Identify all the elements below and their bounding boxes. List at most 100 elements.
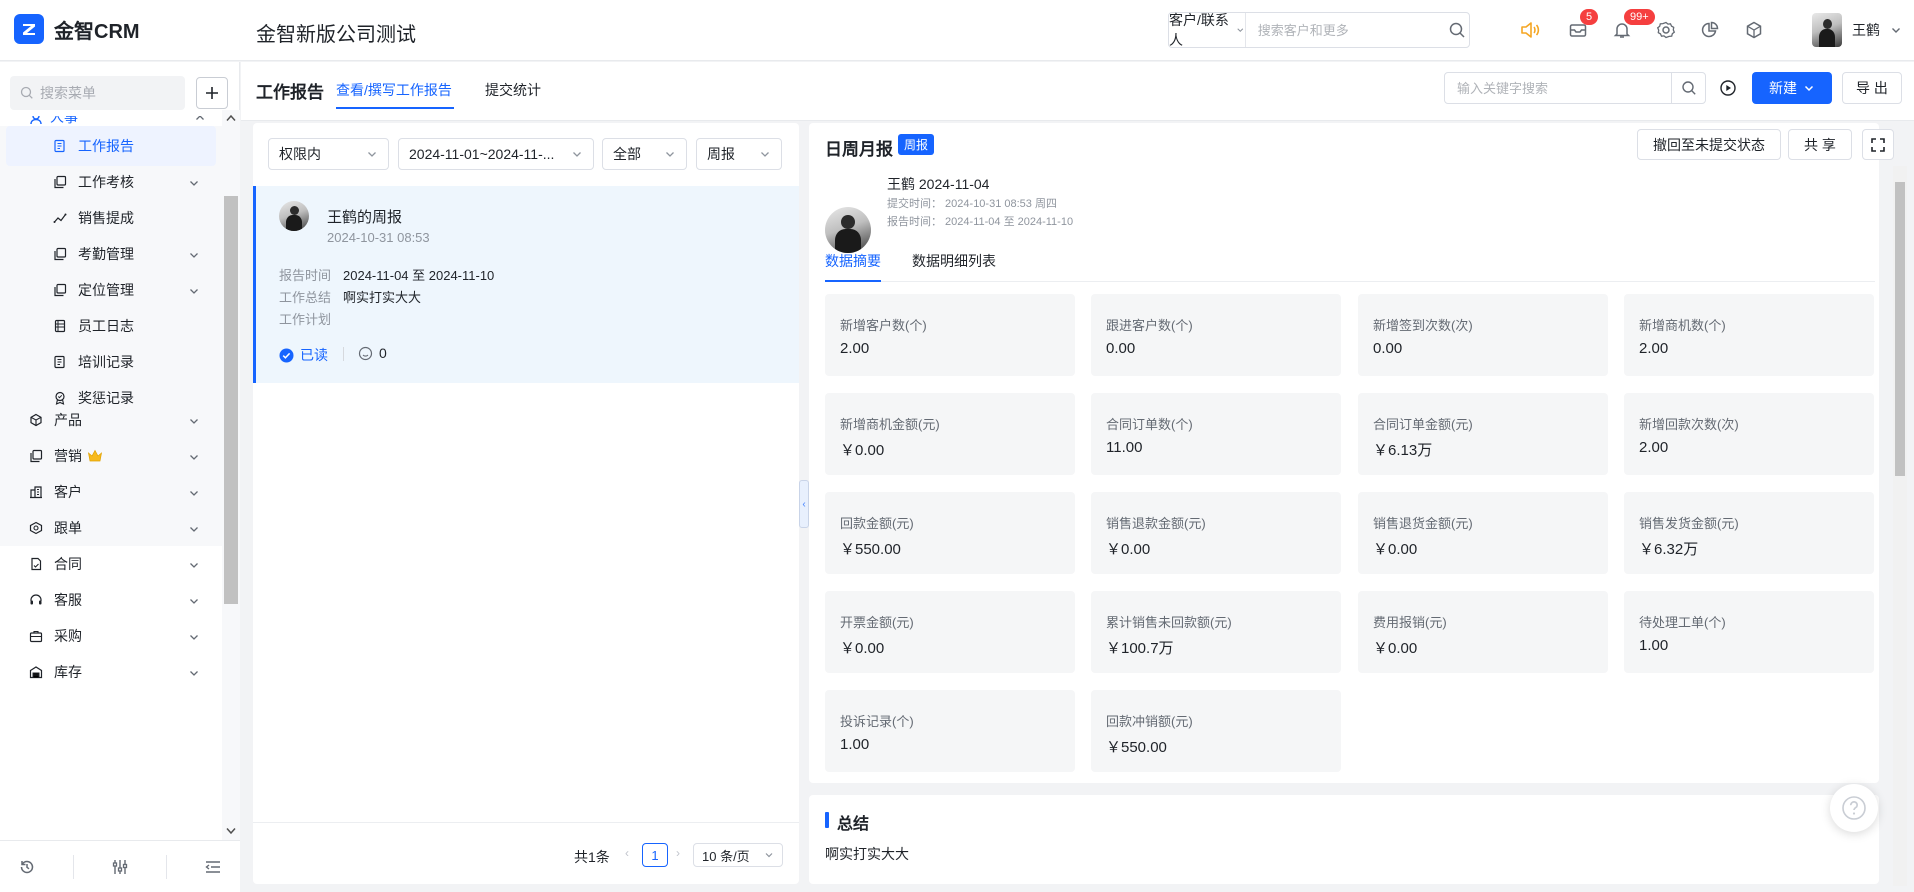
- detail-scroll-thumb[interactable]: [1895, 182, 1905, 476]
- collapse-panel-handle[interactable]: ‹: [799, 480, 809, 528]
- stat-card: 合同订单金额(元) ￥6.13万: [1358, 393, 1608, 475]
- chevron-down-icon: [190, 181, 198, 186]
- chevron-down-icon: [190, 491, 198, 496]
- tab-submit-stats[interactable]: 提交统计: [485, 80, 541, 100]
- search-scope-select[interactable]: 客户/联系人: [1169, 12, 1246, 48]
- chevron-down-icon: [761, 152, 769, 157]
- sidebar-item-0[interactable]: 工作报告: [6, 126, 216, 166]
- card-divider: [343, 347, 344, 361]
- sidebar-group-label: 跟单: [54, 520, 82, 536]
- stat-label: 新增商机金额(元): [840, 417, 940, 432]
- help-button[interactable]: [1830, 784, 1878, 832]
- user-menu[interactable]: 王鹤: [1812, 13, 1902, 47]
- add-menu-button[interactable]: [196, 77, 228, 109]
- chevron-down-icon: [190, 563, 198, 568]
- sidebar-item-5[interactable]: 员工日志: [0, 306, 222, 346]
- detail-tab-underline: [825, 280, 881, 282]
- stat-card: 新增客户数(个) 2.00: [825, 294, 1075, 376]
- stat-card: 投诉记录(个) 1.00: [825, 690, 1075, 772]
- history-icon[interactable]: [18, 858, 36, 876]
- user-avatar: [1812, 13, 1842, 47]
- bell-icon[interactable]: 99+: [1610, 9, 1655, 42]
- comment-count[interactable]: 0: [358, 345, 387, 361]
- sidebar-item-label: 培训记录: [78, 354, 134, 370]
- detail-tab-border: [825, 281, 1875, 282]
- detail-title: 日周月报: [825, 140, 893, 159]
- sidebar-group-label: 合同: [54, 556, 82, 572]
- tab-data-detail-list[interactable]: 数据明细列表: [912, 251, 996, 271]
- stat-label: 开票金额(元): [840, 615, 914, 630]
- sidebar-group-5[interactable]: 客服: [0, 580, 222, 620]
- next-page-icon[interactable]: ›: [676, 846, 680, 860]
- sidebar-group-3[interactable]: 跟单: [0, 508, 222, 548]
- pagination-current-page[interactable]: 1: [642, 843, 668, 867]
- tab-data-summary[interactable]: 数据摘要: [825, 251, 881, 271]
- sidebar-group-7[interactable]: 库存: [0, 652, 222, 692]
- stat-card: 开票金额(元) ￥0.00: [825, 591, 1075, 673]
- sidebar-group-2[interactable]: 客户: [0, 472, 222, 512]
- sidebar-item-6[interactable]: 培训记录: [0, 342, 222, 382]
- search-icon[interactable]: [1671, 73, 1705, 103]
- play-circle-icon[interactable]: [1716, 76, 1740, 100]
- sidebar-group-6[interactable]: 采购: [0, 616, 222, 656]
- share-button[interactable]: 共 享: [1788, 129, 1852, 160]
- sidebar-group-label: 客户: [54, 484, 82, 500]
- cube-icon[interactable]: [1742, 18, 1766, 42]
- fullscreen-icon: [1871, 137, 1885, 152]
- withdraw-button[interactable]: 撤回至未提交状态: [1637, 129, 1781, 160]
- sidebar-group-4[interactable]: 合同: [0, 544, 222, 584]
- sidebar-item-label: 销售提成: [78, 210, 134, 226]
- page-size-select[interactable]: 10 条/页: [693, 843, 783, 867]
- sidebar-group-1[interactable]: 营销: [0, 436, 222, 476]
- sidebar-scroll-thumb[interactable]: [224, 196, 238, 604]
- chevron-up-icon: [196, 116, 204, 120]
- search-icon[interactable]: [1446, 13, 1469, 47]
- app-logo[interactable]: 金智CRM: [14, 14, 140, 44]
- sidebar-toolbar: [0, 840, 240, 892]
- plus-icon: [206, 87, 218, 99]
- keyword-search-input[interactable]: [1445, 73, 1671, 103]
- filter-report-type[interactable]: 周报: [696, 138, 782, 170]
- stat-card: 待处理工单(个) 1.00: [1624, 591, 1874, 673]
- stat-value: 2.00: [1639, 340, 1669, 357]
- tab-view-write-report[interactable]: 查看/撰写工作报告: [336, 80, 452, 100]
- sidebar-item-3[interactable]: 考勤管理: [0, 234, 222, 274]
- collapse-menu-icon[interactable]: [204, 858, 222, 876]
- sidebar-group-partial[interactable]: 人事: [28, 116, 218, 126]
- pie-chart-icon[interactable]: [1698, 18, 1722, 42]
- app-name: 金智CRM: [54, 20, 140, 43]
- search-icon: [20, 86, 33, 99]
- sidebar-item-1[interactable]: 工作考核: [0, 162, 222, 202]
- filter-date-range[interactable]: 2024-11-01~2024-11-...: [398, 138, 594, 170]
- global-search-input[interactable]: [1245, 13, 1446, 47]
- notification-badge: 99+: [1624, 9, 1655, 25]
- prev-page-icon[interactable]: ‹: [625, 846, 629, 860]
- scroll-down-icon[interactable]: [226, 827, 236, 835]
- chevron-down-icon: [190, 289, 198, 294]
- stat-label: 销售退款金额(元): [1106, 516, 1206, 531]
- export-button[interactable]: 导 出: [1842, 72, 1902, 104]
- chevron-down-icon: [190, 527, 198, 532]
- filter-type-value: 周报: [707, 146, 735, 162]
- chevron-down-icon: [1892, 28, 1900, 33]
- filter-permission[interactable]: 权限内: [268, 138, 389, 170]
- menu-search[interactable]: 搜索菜单: [10, 76, 185, 110]
- sidebar-item-4[interactable]: 定位管理: [0, 270, 222, 310]
- fullscreen-button[interactable]: [1862, 129, 1894, 160]
- chevron-down-icon: [666, 152, 674, 157]
- speaker-icon[interactable]: [1518, 18, 1542, 42]
- stat-value: ￥0.00: [1373, 640, 1418, 657]
- sliders-icon[interactable]: [111, 858, 129, 876]
- filter-status[interactable]: 全部: [602, 138, 687, 170]
- sidebar-item-label: 考勤管理: [78, 246, 134, 262]
- contract-icon: [28, 556, 44, 572]
- new-button[interactable]: 新建: [1752, 72, 1832, 104]
- stat-card: 跟进客户数(个) 0.00: [1091, 294, 1341, 376]
- mail-icon[interactable]: 5: [1566, 9, 1599, 42]
- gear-icon[interactable]: [1654, 18, 1678, 42]
- detail-user-line: 王鹤 2024-11-04: [887, 176, 990, 192]
- scroll-up-icon[interactable]: [226, 114, 236, 122]
- chevron-down-icon: [573, 152, 581, 157]
- sidebar-item-2[interactable]: 销售提成: [0, 198, 222, 238]
- sidebar-group-0[interactable]: 产品: [0, 400, 222, 440]
